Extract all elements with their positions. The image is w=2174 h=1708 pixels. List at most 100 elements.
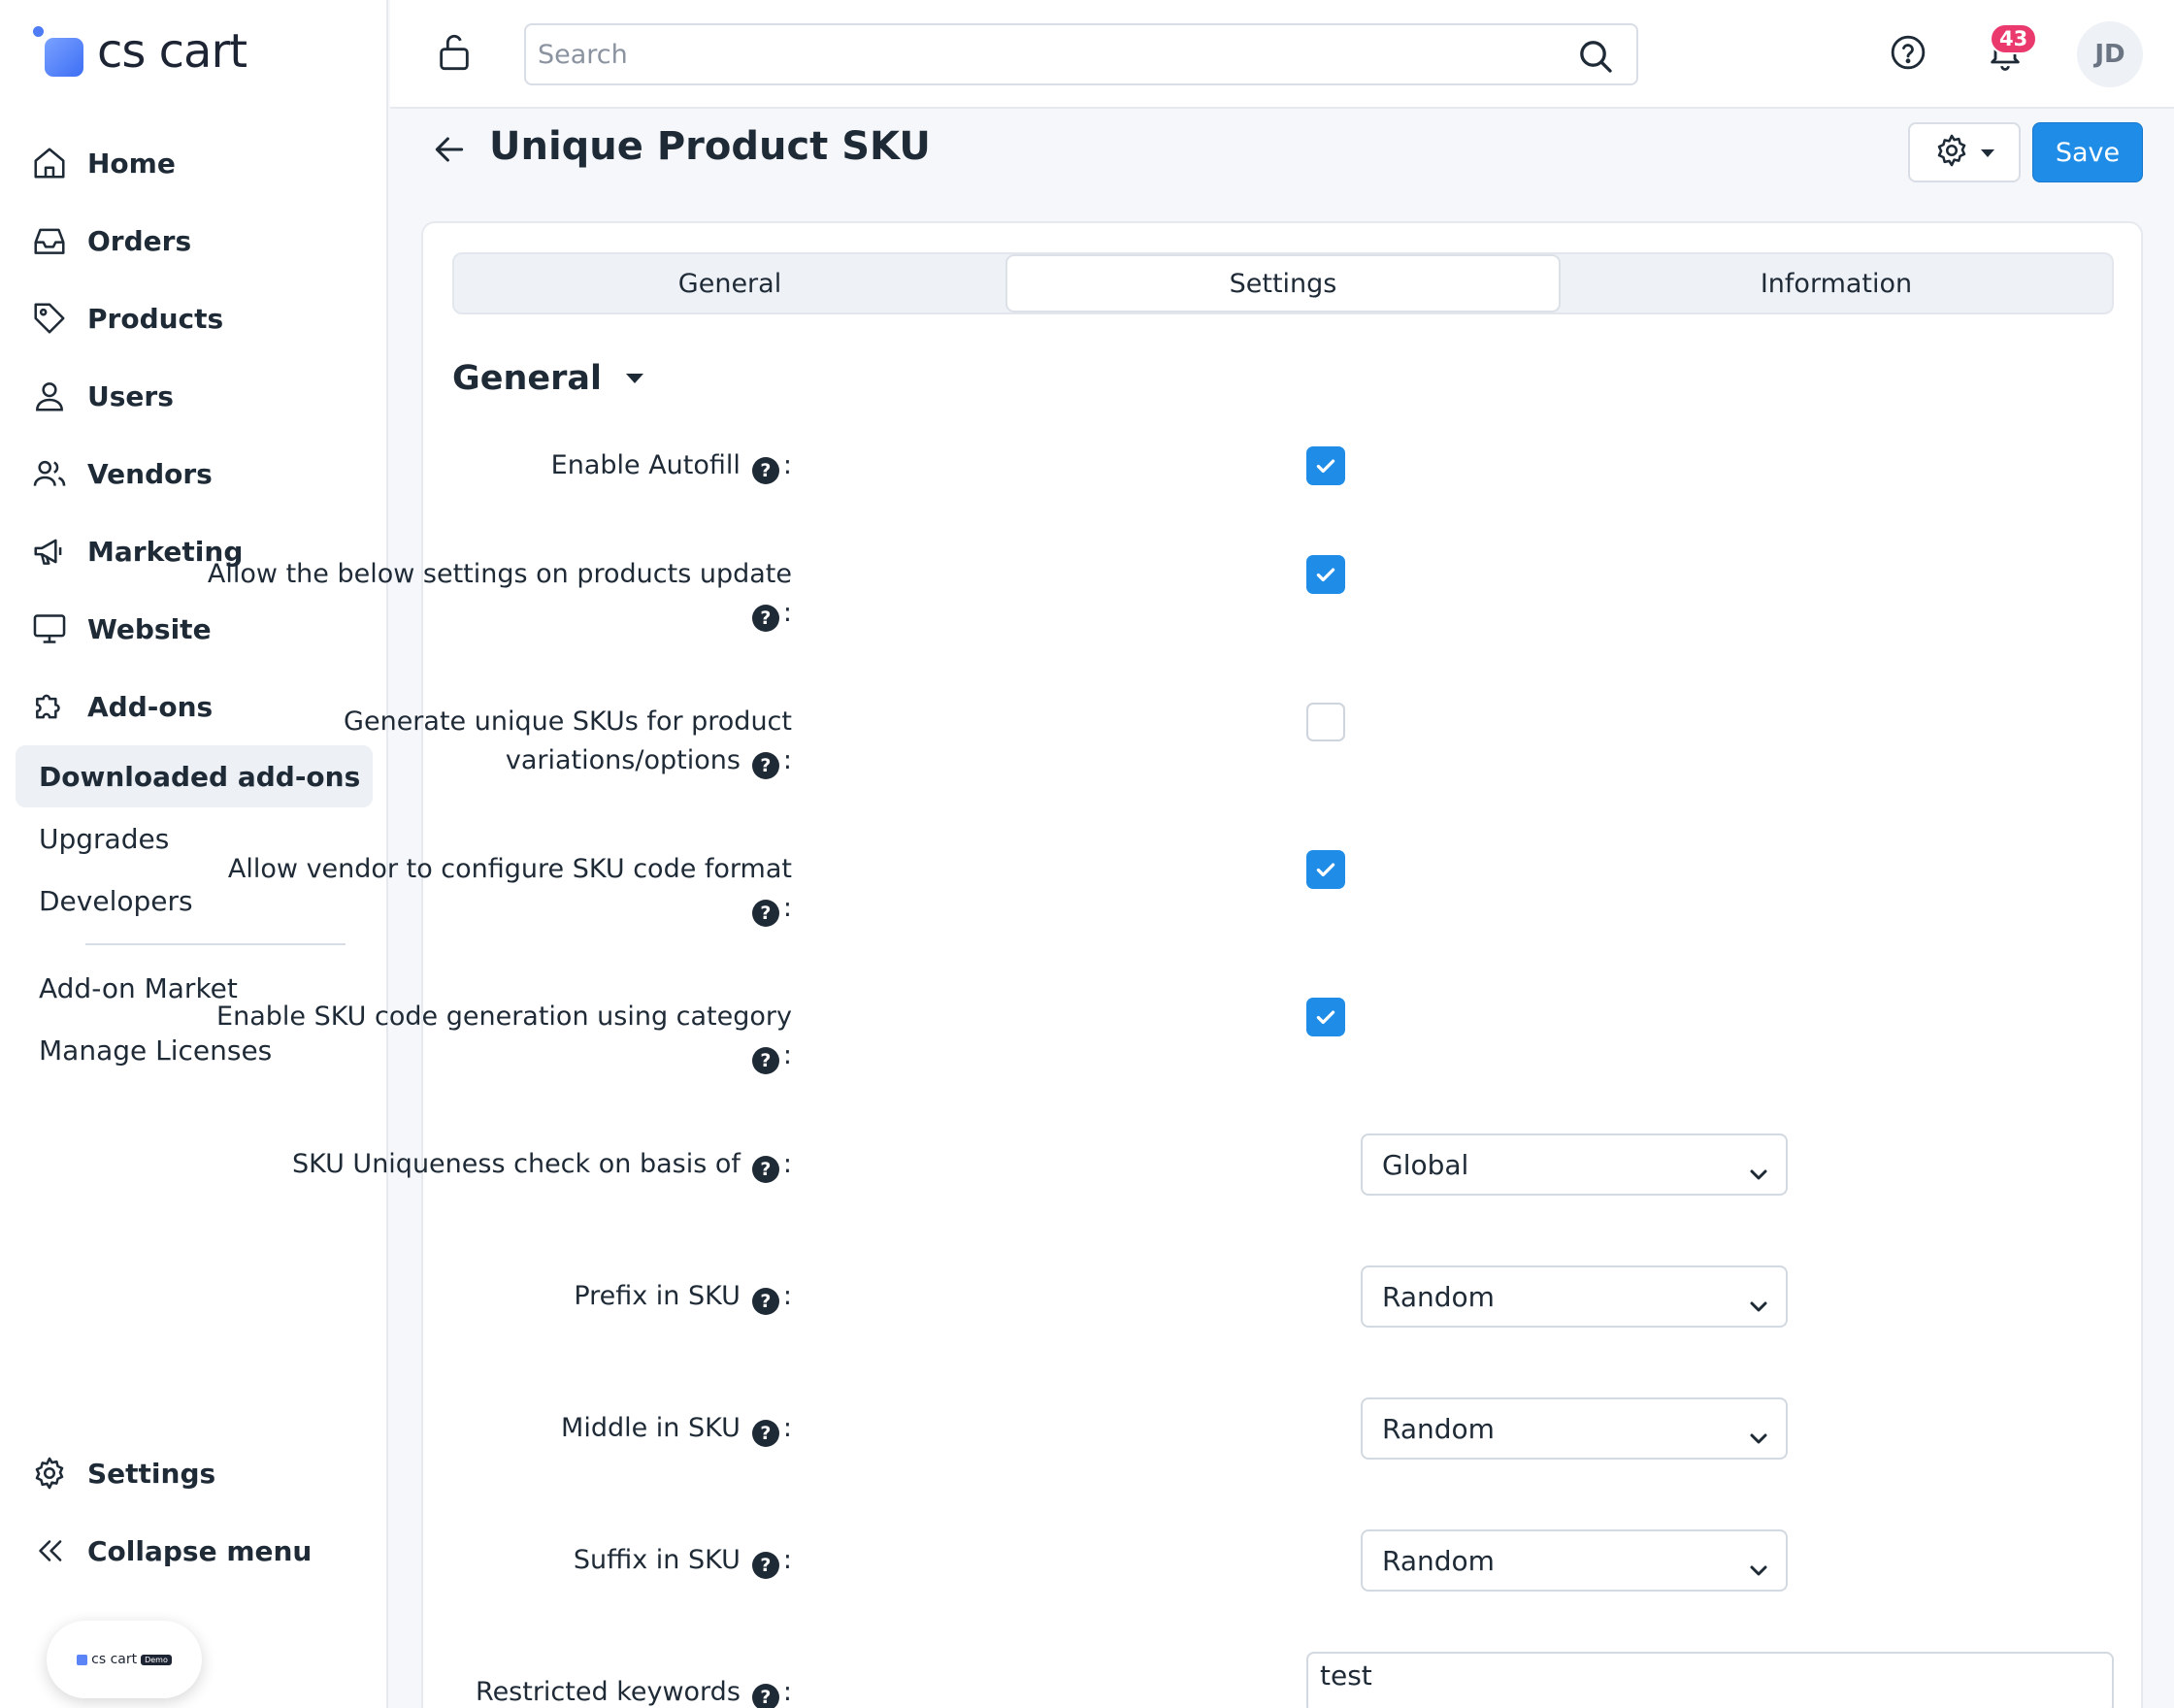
chevron-down-icon xyxy=(1749,1553,1768,1585)
setting-label-text: Generate unique SKUs for product xyxy=(344,706,792,737)
logo[interactable]: cs cart xyxy=(31,21,247,82)
select-value: Random xyxy=(1382,1412,1495,1445)
uniqueness-select[interactable]: Global xyxy=(1361,1133,1788,1196)
setting-label-text: variations/options xyxy=(505,745,741,775)
setting-label: Enable SKU code generation using categor… xyxy=(171,998,792,1075)
arrow-left-icon xyxy=(431,131,468,172)
generate-unique-checkbox[interactable] xyxy=(1306,703,1345,741)
setting-label: Suffix in SKU?: xyxy=(171,1541,792,1580)
sidebar-item-home[interactable]: Home xyxy=(16,124,373,202)
caret-down-icon xyxy=(625,370,644,388)
help-icon[interactable]: ? xyxy=(751,1684,779,1708)
sidebar-item-orders[interactable]: Orders xyxy=(16,202,373,279)
user-icon xyxy=(29,376,70,416)
help-icon[interactable]: ? xyxy=(751,900,779,927)
page-title: Unique Product SKU xyxy=(489,124,931,169)
setting-label: Enable Autofill?: xyxy=(171,446,792,485)
sidebar-item-label: Settings xyxy=(87,1457,216,1490)
enable-autofill-checkbox[interactable] xyxy=(1306,446,1345,485)
middle-select[interactable]: Random xyxy=(1361,1397,1788,1460)
select-value: Global xyxy=(1382,1148,1469,1181)
section-title: General xyxy=(452,359,602,398)
allow-update-checkbox[interactable] xyxy=(1306,555,1345,594)
help-icon[interactable]: ? xyxy=(751,1288,779,1315)
main-nav: Home Orders Products Users Vendors Marke… xyxy=(16,124,373,745)
help-icon[interactable]: ? xyxy=(751,1047,779,1074)
demo-badge-text: cs cart xyxy=(91,1652,138,1667)
help-button[interactable] xyxy=(1885,29,1931,80)
setting-label-text: Allow vendor to configure SKU code forma… xyxy=(227,854,792,884)
sidebar-item-label: Products xyxy=(87,302,224,335)
tag-icon xyxy=(29,298,70,339)
back-button[interactable] xyxy=(431,130,468,173)
lock-button[interactable] xyxy=(431,29,478,80)
setting-label: Allow the below settings on products upd… xyxy=(171,555,792,633)
sidebar-item-users[interactable]: Users xyxy=(16,357,373,435)
section-toggle[interactable]: General xyxy=(452,359,644,398)
save-button[interactable]: Save xyxy=(2032,122,2143,182)
check-icon xyxy=(1316,1010,1335,1025)
mini-logo-icon xyxy=(77,1654,88,1665)
setting-label: Allow vendor to configure SKU code forma… xyxy=(171,850,792,928)
chevrons-left-icon xyxy=(29,1530,70,1571)
setting-label-text: Suffix in SKU xyxy=(573,1545,741,1575)
help-icon[interactable]: ? xyxy=(751,1420,779,1447)
setting-label: Restricted keywords?: xyxy=(171,1673,792,1708)
unlock-icon xyxy=(435,31,474,78)
gear-icon xyxy=(29,1453,70,1494)
help-icon xyxy=(1889,33,1927,76)
help-icon[interactable]: ? xyxy=(751,1156,779,1183)
settings-dropdown-button[interactable] xyxy=(1908,122,2021,182)
demo-badge-tag: Demo xyxy=(141,1654,172,1665)
check-icon xyxy=(1316,568,1335,582)
chevron-down-icon xyxy=(1749,1421,1768,1453)
setting-label-text: Prefix in SKU xyxy=(574,1281,741,1311)
sidebar-item-label: Home xyxy=(87,147,176,180)
home-icon xyxy=(29,143,70,183)
setting-label: SKU Uniqueness check on basis of?: xyxy=(171,1145,792,1184)
category-generation-checkbox[interactable] xyxy=(1306,998,1345,1036)
setting-label: Middle in SKU?: xyxy=(171,1409,792,1448)
setting-label-text: SKU Uniqueness check on basis of xyxy=(291,1149,741,1179)
sidebar-item-label: Users xyxy=(87,379,174,412)
check-icon xyxy=(1316,863,1335,877)
avatar[interactable]: JD xyxy=(2077,21,2143,87)
gear-icon xyxy=(1933,132,1970,173)
logo-mark-icon xyxy=(31,24,85,79)
allow-vendor-checkbox[interactable] xyxy=(1306,850,1345,889)
settings-card: General Settings Information General Ena… xyxy=(208,221,2143,1708)
tab-general[interactable]: General xyxy=(454,254,1005,312)
setting-label: Generate unique SKUs for product variatio… xyxy=(171,703,792,780)
search-box xyxy=(524,23,1638,85)
chevron-down-icon xyxy=(1749,1289,1768,1321)
select-value: Random xyxy=(1382,1544,1495,1577)
setting-label-text: Enable SKU code generation using categor… xyxy=(216,1002,792,1032)
tab-settings[interactable]: Settings xyxy=(1005,254,1561,312)
submenu-divider xyxy=(85,943,346,945)
help-icon[interactable]: ? xyxy=(751,457,779,484)
search-icon[interactable] xyxy=(1576,37,1615,76)
tab-information[interactable]: Information xyxy=(1561,254,2112,312)
help-icon[interactable]: ? xyxy=(751,605,779,632)
top-bar: 43 JD xyxy=(390,0,2174,109)
restricted-keywords-input[interactable]: test xyxy=(1306,1652,2114,1708)
chevron-down-icon xyxy=(1749,1157,1768,1189)
suffix-select[interactable]: Random xyxy=(1361,1529,1788,1592)
search-input[interactable] xyxy=(538,33,1566,76)
prefix-select[interactable]: Random xyxy=(1361,1265,1788,1328)
inbox-icon xyxy=(29,220,70,261)
setting-label-text: Middle in SKU xyxy=(561,1413,741,1443)
logo-text: cs cart xyxy=(97,24,247,79)
setting-label-text: Enable Autofill xyxy=(550,450,741,480)
monitor-icon xyxy=(29,608,70,649)
help-icon[interactable]: ? xyxy=(751,1552,779,1579)
check-icon xyxy=(1316,459,1335,474)
sidebar-item-label: Orders xyxy=(87,224,192,257)
setting-label: Prefix in SKU?: xyxy=(171,1277,792,1316)
setting-label-text: Allow the below settings on products upd… xyxy=(207,559,792,589)
users-icon xyxy=(29,453,70,494)
select-value: Random xyxy=(1382,1280,1495,1313)
sidebar-item-products[interactable]: Products xyxy=(16,279,373,357)
help-icon[interactable]: ? xyxy=(751,752,779,779)
setting-label-text: Restricted keywords xyxy=(476,1677,741,1707)
